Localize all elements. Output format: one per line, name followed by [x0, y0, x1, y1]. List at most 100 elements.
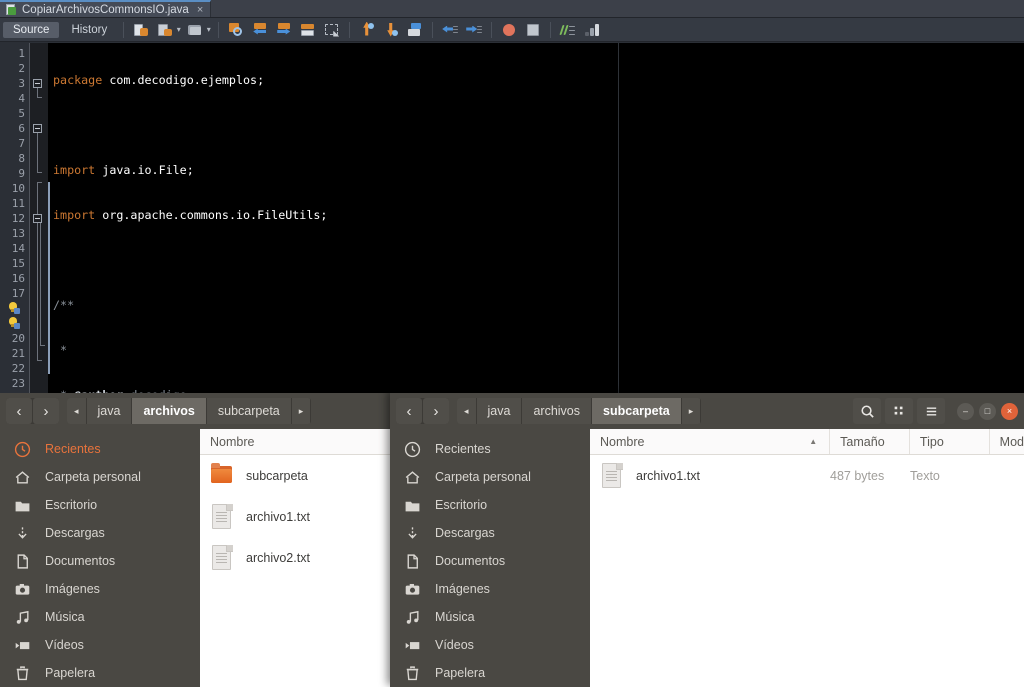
back-button[interactable]: ‹ — [6, 398, 32, 424]
sidebar-item-videos[interactable]: Vídeos — [0, 631, 200, 659]
column-header-nombre[interactable]: Nombre ▲ — [590, 429, 829, 454]
editor-gutter[interactable]: 1 2 3 4 5 6 7 8 9 10 11 12 13 14 15 16 1… — [0, 43, 30, 393]
sidebar-item-descargas[interactable]: Descargas — [0, 519, 200, 547]
tab-source[interactable]: Source — [3, 21, 60, 38]
record-icon[interactable] — [501, 22, 517, 38]
step-into-icon[interactable] — [383, 22, 399, 38]
breadcrumb-archivos[interactable]: archivos — [522, 398, 593, 424]
sidebar-item-imagenes[interactable]: Imágenes — [0, 575, 200, 603]
sidebar-item-videos[interactable]: Vídeos — [390, 631, 590, 659]
new-file-icon[interactable] — [133, 22, 149, 38]
fold-toggle-javadoc[interactable] — [33, 124, 42, 133]
grid-view-icon[interactable] — [885, 398, 913, 424]
sidebar-item-escritorio[interactable]: Escritorio — [390, 491, 590, 519]
line-number: 15 — [11, 257, 25, 270]
fm-left-file-list[interactable]: Nombre subcarpeta archivo1.txt archivo2.… — [200, 429, 392, 687]
sidebar-item-carpeta-personal[interactable]: Carpeta personal — [390, 463, 590, 491]
lightbulb-hint-icon[interactable] — [7, 317, 20, 330]
breadcrumb-java[interactable]: java — [476, 398, 523, 424]
sidebar-item-carpeta-personal[interactable]: Carpeta personal — [0, 463, 200, 491]
code-folding-column[interactable] — [30, 43, 48, 393]
toolbar-separator — [218, 21, 220, 38]
minimize-button[interactable]: – — [957, 402, 974, 420]
breadcrumb-subcarpeta[interactable]: subcarpeta — [206, 398, 292, 424]
sidebar-item-papelera[interactable]: Papelera — [390, 659, 590, 687]
close-button[interactable]: × — [1001, 402, 1018, 420]
code-editor[interactable]: 1 2 3 4 5 6 7 8 9 10 11 12 13 14 15 16 1… — [0, 43, 1024, 393]
sidebar-item-label: Descargas — [45, 526, 105, 540]
column-header-tamano[interactable]: Tamaño — [829, 429, 909, 454]
file-manager-window-right[interactable]: ‹ › ◂ java archivos subcarpeta ▸ – □ × R… — [390, 393, 1024, 687]
table-row[interactable]: archivo2.txt — [200, 537, 392, 578]
column-header-tipo[interactable]: Tipo — [908, 429, 989, 454]
run-to-cursor-icon[interactable] — [407, 22, 423, 38]
sidebar-item-descargas[interactable]: Descargas — [390, 519, 590, 547]
sidebar-item-musica[interactable]: Música — [390, 603, 590, 631]
camera-icon — [14, 581, 31, 598]
breadcrumb-scroll-right[interactable]: ▸ — [681, 398, 702, 424]
table-row[interactable]: subcarpeta — [200, 455, 392, 496]
breadcrumb-scroll-left[interactable]: ◂ — [67, 398, 87, 424]
chevron-down-icon[interactable]: ▾ — [205, 22, 212, 38]
sidebar-item-label: Recientes — [435, 442, 491, 456]
save-all-icon[interactable] — [300, 22, 316, 38]
search-icon[interactable] — [853, 398, 881, 424]
breadcrumb-archivos[interactable]: archivos — [132, 398, 207, 424]
fm-right-header-buttons: – □ × — [853, 398, 1018, 424]
line-number: 11 — [11, 197, 25, 210]
next-bookmark-icon[interactable] — [466, 22, 483, 38]
maximize-button[interactable]: □ — [979, 402, 996, 420]
home-icon — [14, 469, 31, 486]
fm-right-file-list[interactable]: Nombre ▲ Tamaño Tipo Mod archivo1.txt 48… — [590, 429, 1024, 687]
breadcrumb-subcarpeta[interactable]: subcarpeta — [592, 398, 682, 424]
table-row[interactable]: archivo1.txt 487 bytes Texto — [590, 455, 1024, 496]
stop-icon[interactable] — [525, 22, 541, 38]
close-icon[interactable]: × — [197, 4, 203, 16]
forward-button[interactable]: › — [33, 398, 59, 424]
forward-button[interactable]: › — [423, 398, 449, 424]
back-button[interactable]: ‹ — [396, 398, 422, 424]
new-project-icon[interactable] — [157, 22, 173, 38]
tab-history[interactable]: History — [61, 22, 117, 38]
step-out-icon[interactable] — [359, 21, 375, 38]
fm-left-column-headers: Nombre — [200, 429, 392, 455]
chevron-down-icon[interactable]: ▾ — [175, 22, 182, 38]
file-size: 487 bytes — [830, 468, 885, 483]
camera-icon — [404, 581, 421, 598]
breadcrumb-java[interactable]: java — [86, 398, 133, 424]
sidebar-item-label: Carpeta personal — [435, 470, 531, 484]
lightbulb-hint-icon[interactable] — [7, 302, 20, 315]
redo-icon[interactable] — [276, 22, 292, 38]
table-row[interactable]: archivo1.txt — [200, 496, 392, 537]
fold-toggle-main[interactable] — [33, 214, 42, 223]
sidebar-item-recientes[interactable]: Recientes — [0, 435, 200, 463]
sidebar-item-documentos[interactable]: Documentos — [0, 547, 200, 575]
sidebar-item-documentos[interactable]: Documentos — [390, 547, 590, 575]
comment-icon[interactable] — [559, 22, 576, 38]
open-project-icon[interactable] — [187, 22, 203, 38]
fm-left-nav-buttons: ‹ › — [6, 398, 59, 424]
sidebar-item-musica[interactable]: Música — [0, 603, 200, 631]
column-header-nombre[interactable]: Nombre — [200, 429, 392, 454]
sidebar-item-papelera[interactable]: Papelera — [0, 659, 200, 687]
file-manager-window-left[interactable]: ‹ › ◂ java archivos subcarpeta ▸ Recient… — [0, 393, 392, 687]
prev-bookmark-icon[interactable] — [442, 22, 459, 38]
sidebar-item-label: Carpeta personal — [45, 470, 141, 484]
rectangle-select-icon[interactable] — [324, 22, 340, 38]
profile-icon[interactable] — [584, 22, 600, 38]
undo-icon[interactable] — [252, 22, 268, 38]
line-number: 22 — [11, 362, 25, 375]
editor-tab-copiararchivoscommonsio[interactable]: CopiarArchivosCommonsIO.java × — [0, 0, 212, 17]
toolbar-separator — [349, 21, 351, 38]
sidebar-item-imagenes[interactable]: Imágenes — [390, 575, 590, 603]
fold-toggle-imports[interactable] — [33, 79, 42, 88]
code-text[interactable]: package com.decodigo.ejemplos; import ja… — [48, 43, 1024, 393]
breadcrumb-scroll-right[interactable]: ▸ — [291, 398, 312, 424]
fm-right-nav-buttons: ‹ › — [396, 398, 449, 424]
hamburger-menu-icon[interactable] — [917, 398, 945, 424]
breadcrumb-scroll-left[interactable]: ◂ — [457, 398, 477, 424]
sidebar-item-recientes[interactable]: Recientes — [390, 435, 590, 463]
find-icon[interactable] — [228, 22, 244, 38]
column-header-modificado[interactable]: Mod — [988, 429, 1024, 454]
sidebar-item-escritorio[interactable]: Escritorio — [0, 491, 200, 519]
